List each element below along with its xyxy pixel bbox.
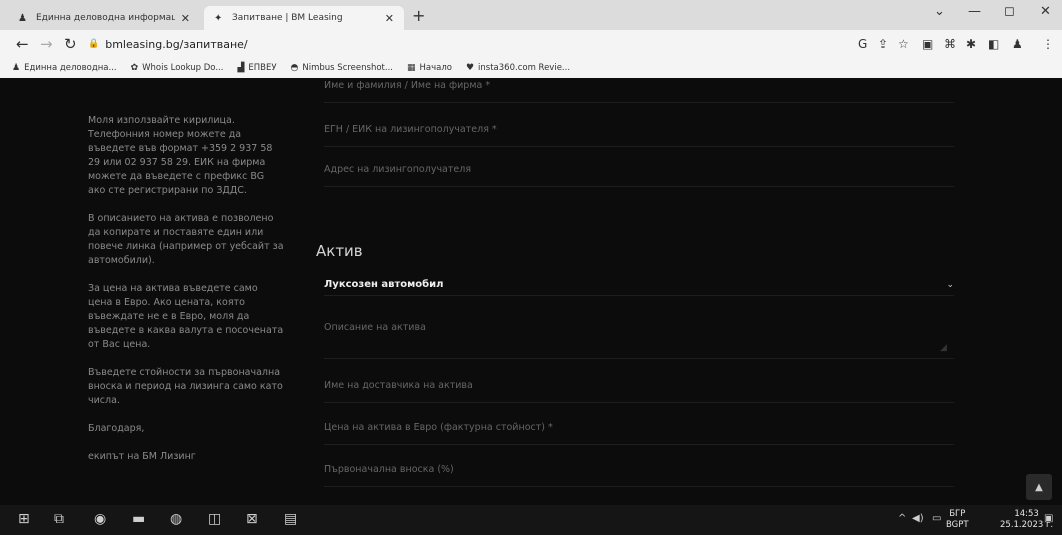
bookmark-epveu[interactable]: ▟ ЕПВЕУ bbox=[237, 63, 276, 73]
close-icon[interactable]: ✕ bbox=[181, 12, 190, 25]
outlook-icon[interactable]: ◫ bbox=[208, 511, 221, 527]
field-underline bbox=[324, 444, 954, 445]
windows-start-icon[interactable]: ⊞ bbox=[18, 511, 30, 527]
bookmark-whois[interactable]: ✿ Whois Lookup Do... bbox=[131, 63, 224, 73]
gear-icon: ✿ bbox=[130, 63, 139, 73]
sidepanel-icon[interactable]: ◧ bbox=[988, 37, 999, 51]
address-bar[interactable]: 🔒 bmleasing.bg/запитване/ bbox=[88, 34, 938, 54]
close-window-button[interactable]: ✕ bbox=[1040, 4, 1051, 19]
resize-handle-icon[interactable]: ◢ bbox=[940, 343, 947, 353]
supplier-name-input[interactable]: Име на доставчика на актива bbox=[324, 380, 954, 391]
puzzle-icon[interactable]: ✱ bbox=[966, 37, 976, 51]
egn-eik-input[interactable]: ЕГН / ЕИК на лизингополучателя * bbox=[324, 124, 954, 135]
field-underline bbox=[324, 102, 954, 103]
field-underline bbox=[324, 486, 954, 487]
instruction-text: Въведете стойности за първоначална вноск… bbox=[88, 367, 283, 406]
new-tab-button[interactable]: + bbox=[412, 6, 425, 25]
minimize-button[interactable]: — bbox=[968, 4, 981, 19]
chevron-up-icon: ▲ bbox=[1035, 481, 1043, 493]
menu-icon[interactable]: ⋮ bbox=[1042, 37, 1054, 51]
section-title-asset: Актив bbox=[316, 242, 363, 260]
extension-icon[interactable]: ⌘ bbox=[944, 37, 956, 51]
bookmark-edinna[interactable]: ♟ Единна деловодна... bbox=[12, 63, 117, 73]
instruction-text: екипът на БМ Лизинг bbox=[88, 451, 196, 462]
address-input[interactable]: Адрес на лизингополучателя bbox=[324, 164, 954, 175]
browser-toolbar: ← → ↻ 🔒 bmleasing.bg/запитване/ G ⇪ ☆ ▣ … bbox=[0, 30, 1062, 58]
back-arrow-icon[interactable]: ← bbox=[16, 35, 29, 53]
page-content: Моля използвайте кирилица. Телефонния но… bbox=[0, 78, 1062, 505]
tab-search-button[interactable]: ⌄ bbox=[934, 4, 945, 19]
instruction-text: Благодаря, bbox=[88, 423, 145, 434]
volume-icon[interactable]: ◀) bbox=[912, 513, 924, 524]
heart-shield-icon: ♥ bbox=[465, 63, 475, 73]
instructions-column: Моля използвайте кирилица. Телефонния но… bbox=[88, 114, 284, 478]
close-icon[interactable]: ✕ bbox=[385, 12, 394, 25]
reload-icon[interactable]: ↻ bbox=[64, 35, 77, 53]
language-indicator[interactable]: БГР BGPT bbox=[946, 509, 969, 531]
google-icon[interactable]: G bbox=[858, 37, 867, 51]
scroll-to-top-button[interactable]: ▲ bbox=[1026, 474, 1052, 500]
chart-icon: ▟ bbox=[237, 63, 245, 73]
file-explorer-icon[interactable]: ▬ bbox=[132, 511, 145, 527]
down-payment-input[interactable]: Първоначална вноска (%) bbox=[324, 464, 954, 475]
name-input[interactable]: Име и фамилия / Име на фирма * bbox=[324, 80, 954, 91]
windows-taskbar: ⊞ ⧉ ◉ ▬ ◍ ◫ ⊠ ▤ ^ ◀) ▭ БГР BGPT 14:53 25… bbox=[0, 505, 1062, 535]
task-view-icon[interactable]: ⧉ bbox=[54, 511, 64, 527]
field-underline bbox=[324, 186, 954, 187]
person-icon: ♟ bbox=[12, 63, 21, 73]
field-underline bbox=[324, 146, 954, 147]
network-icon[interactable]: ▭ bbox=[932, 513, 941, 524]
url-text: bmleasing.bg/запитване/ bbox=[105, 37, 248, 51]
chrome-icon[interactable]: ◍ bbox=[170, 511, 182, 527]
tab-bm-leasing[interactable]: ✦ Запитване | BM Leasing ✕ bbox=[204, 6, 404, 30]
extension-icon[interactable]: ▣ bbox=[922, 37, 933, 51]
tab-label: Запитване | BM Leasing bbox=[232, 13, 343, 23]
grid-icon: ▦ bbox=[406, 63, 416, 73]
instruction-text: В описанието на актива е позволено да ко… bbox=[88, 213, 284, 266]
notification-icon[interactable]: ▣ bbox=[1044, 513, 1053, 524]
star-icon[interactable]: ☆ bbox=[898, 37, 909, 51]
instruction-text: Моля използвайте кирилица. Телефонния но… bbox=[88, 115, 273, 196]
lock-icon: 🔒 bbox=[88, 39, 100, 49]
share-icon[interactable]: ⇪ bbox=[878, 37, 888, 51]
asset-description-textarea[interactable]: Описание на актива bbox=[324, 322, 954, 333]
asset-type-value: Луксозен автомобил bbox=[324, 279, 444, 290]
profile-icon[interactable]: ♟ bbox=[1012, 37, 1023, 51]
bm-logo-icon: ✦ bbox=[214, 12, 223, 24]
forward-arrow-icon[interactable]: → bbox=[40, 35, 53, 53]
edge-browser-icon[interactable]: ◉ bbox=[94, 511, 106, 527]
person-icon: ♟ bbox=[18, 12, 27, 24]
asset-type-select[interactable]: Луксозен автомобил ⌄ bbox=[324, 274, 954, 296]
chevron-down-icon: ⌄ bbox=[946, 279, 954, 290]
bookmark-nachalo[interactable]: ▦ Начало bbox=[407, 63, 452, 73]
field-underline bbox=[324, 358, 954, 359]
nimbus-icon: ◓ bbox=[290, 63, 299, 73]
bookmark-nimbus[interactable]: ◓ Nimbus Screenshot... bbox=[291, 63, 393, 73]
bookmark-insta360[interactable]: ♥ insta360.com Revie... bbox=[466, 63, 570, 73]
word-icon[interactable]: ▤ bbox=[284, 511, 297, 527]
field-underline bbox=[324, 402, 954, 403]
excel-icon[interactable]: ⊠ bbox=[246, 511, 258, 527]
maximize-button[interactable]: ◻ bbox=[1004, 4, 1015, 19]
asset-price-input[interactable]: Цена на актива в Евро (фактурна стойност… bbox=[324, 422, 954, 433]
bookmarks-bar: ♟ Единна деловодна... ✿ Whois Lookup Do...… bbox=[0, 58, 1062, 78]
tab-edinna-delovodna[interactable]: ♟ Единна деловодна информац ✕ bbox=[8, 6, 200, 30]
tab-label: Единна деловодна информац bbox=[36, 13, 175, 23]
tray-overflow-icon[interactable]: ^ bbox=[898, 513, 906, 524]
browser-tab-strip: ♟ Единна деловодна информац ✕ ✦ Запитван… bbox=[0, 0, 1062, 30]
instruction-text: За цена на актива въведете само цена в Е… bbox=[88, 283, 284, 350]
